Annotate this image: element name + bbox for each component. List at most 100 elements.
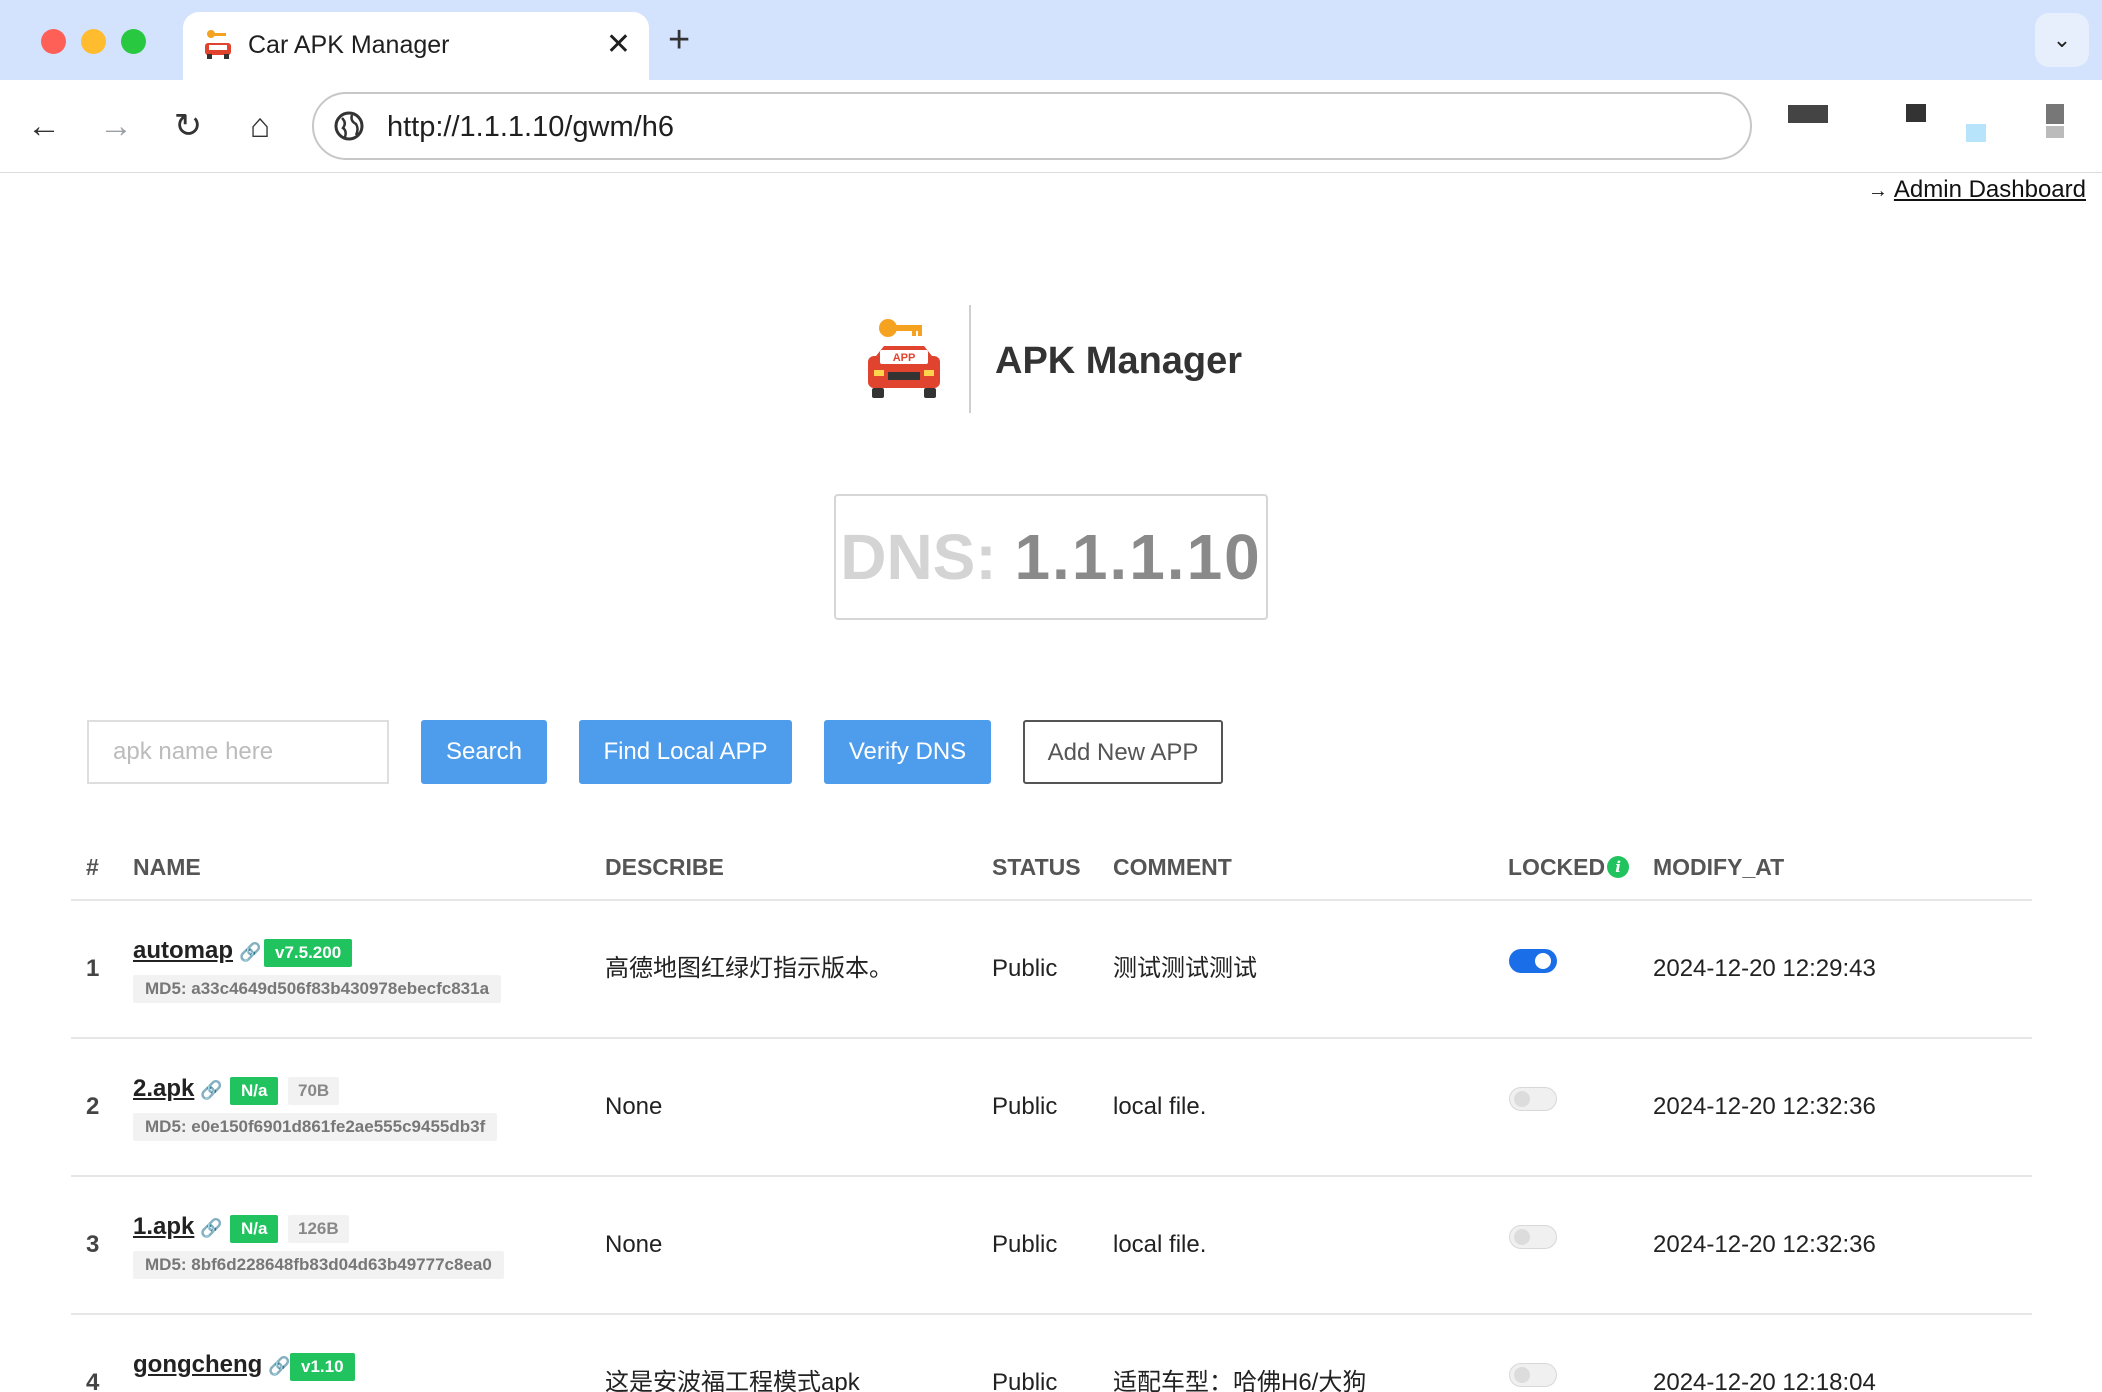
extension-icon[interactable] [2046,104,2064,124]
locked-toggle[interactable] [1509,949,1557,973]
row-divider [71,1037,2032,1039]
row-index: 3 [86,1231,100,1258]
search-button[interactable]: Search [421,720,547,784]
apk-name-label: automap [133,937,234,964]
row-comment: 测试测试测试 [1113,955,1257,982]
window-minimize-button[interactable] [81,29,106,54]
row-status: Public [992,955,1058,982]
tab-title: Car APK Manager [248,31,450,59]
address-bar-url: http://1.1.1.10/gwm/h6 [387,111,674,143]
version-badge: N/a [230,1077,279,1105]
size-badge: 70B [288,1077,340,1105]
apk-name-link[interactable]: gongcheng 🔗 [133,1350,291,1381]
row-status: Public [992,1231,1058,1258]
column-locked-label: LOCKED [1508,854,1606,880]
row-comment: local file. [1113,1231,1207,1258]
row-divider [71,1175,2032,1177]
toggle-knob [1514,1229,1530,1245]
brand-divider [969,305,971,413]
row-modify-at: 2024-12-20 12:29:43 [1653,955,1876,982]
link-icon: 🔗 [200,1218,223,1238]
column-comment: COMMENT [1113,854,1232,880]
apk-name-link[interactable]: 1.apk 🔗 [133,1212,223,1243]
extension-icon[interactable] [1906,104,1926,122]
row-divider [71,1313,2032,1315]
column-modify-at: MODIFY_AT [1653,854,1785,880]
md5-badge: MD5: e0e150f6901d861fe2ae555c9455db3f [133,1113,498,1141]
md5-badge: MD5: a33c4649d506f83b430978ebecfc831a [133,975,502,1003]
find-local-app-button[interactable]: Find Local APP [579,720,792,784]
toggle-knob [1514,1367,1530,1383]
logo-badge-text: APP [893,352,916,364]
column-describe: DESCRIBE [605,854,724,880]
row-modify-at: 2024-12-20 12:32:36 [1653,1093,1876,1120]
extension-icon[interactable] [1966,124,1986,142]
dns-label: DNS: [840,521,997,593]
admin-dashboard-link[interactable]: → Admin Dashboard [1868,176,2086,204]
column-locked: LOCKED i [1508,852,1630,882]
toggle-knob [1514,1091,1530,1107]
row-describe: None [605,1093,663,1120]
row-index: 2 [86,1093,100,1120]
apk-name-link[interactable]: automap 🔗 [133,936,261,967]
row-describe: 高德地图红绿灯指示版本。 [605,955,893,982]
size-badge: 126B [288,1215,349,1243]
row-comment: local file. [1113,1093,1207,1120]
window-zoom-button[interactable] [121,29,146,54]
address-bar[interactable]: http://1.1.1.10/gwm/h6 [312,92,1752,160]
page-title: APK Manager [995,340,1243,382]
locked-toggle[interactable] [1509,1363,1557,1387]
reload-icon[interactable]: ↻ [164,102,212,150]
home-icon[interactable]: ⌂ [236,102,284,150]
locked-toggle[interactable] [1509,1087,1557,1111]
apk-search-input[interactable] [87,720,389,784]
forward-arrow-icon[interactable]: → [92,102,140,150]
row-describe: 这是安波福工程模式apk [605,1369,860,1392]
column-index: # [86,854,99,880]
admin-dashboard-label: Admin Dashboard [1893,176,2086,203]
browser-toolbar: ← → ↻ ⌂ http://1.1.1.10/gwm/h6 [0,80,2102,173]
apk-name-label: gongcheng [133,1351,263,1378]
toggle-knob [1535,953,1551,969]
md5-badge: MD5: 8bf6d228648fb83d04d63b49777c8ea0 [133,1251,504,1279]
row-describe: None [605,1231,663,1258]
car-app-logo: APP [868,319,940,398]
table-header-divider [71,899,2032,901]
dns-display: DNS: 1.1.1.10 [834,494,1268,620]
apk-name-link[interactable]: 2.apk 🔗 [133,1074,223,1105]
back-arrow-icon[interactable]: ← [20,102,68,150]
column-name: NAME [133,854,201,880]
extension-icon[interactable] [2046,126,2064,138]
link-icon: 🔗 [268,1356,291,1376]
link-icon: 🔗 [239,942,262,962]
row-comment: 适配车型：哈佛H6/大狗 [1113,1369,1367,1392]
tab-search-button[interactable]: ⌄ [2035,13,2089,67]
column-status: STATUS [992,854,1081,880]
version-badge: N/a [230,1215,279,1243]
tab-close-icon[interactable]: ✕ [606,27,631,63]
globe-icon [334,111,364,141]
info-icon[interactable]: i [1607,856,1630,878]
version-badge: v7.5.200 [264,939,353,967]
arrow-right-icon: → [1867,180,1888,202]
dns-value: 1.1.1.10 [1014,521,1262,593]
browser-tab-strip: Car APK Manager ✕ + ⌄ [0,0,2102,80]
apk-name-label: 2.apk [133,1075,195,1102]
row-modify-at: 2024-12-20 12:32:36 [1653,1231,1876,1258]
car-key-icon [205,30,231,59]
add-new-app-button[interactable]: Add New APP [1023,720,1223,784]
version-badge: v1.10 [290,1353,355,1381]
new-tab-button[interactable]: + [668,18,690,62]
apk-name-label: 1.apk [133,1213,195,1240]
row-status: Public [992,1369,1058,1392]
active-tab[interactable]: Car APK Manager ✕ [183,12,649,80]
row-index: 1 [86,955,100,982]
row-index: 4 [86,1369,100,1392]
verify-dns-button[interactable]: Verify DNS [824,720,991,784]
window-close-button[interactable] [41,29,66,54]
link-icon: 🔗 [200,1080,223,1100]
row-status: Public [992,1093,1058,1120]
extension-icon[interactable] [1788,105,1828,123]
row-modify-at: 2024-12-20 12:18:04 [1653,1369,1876,1392]
locked-toggle[interactable] [1509,1225,1557,1249]
